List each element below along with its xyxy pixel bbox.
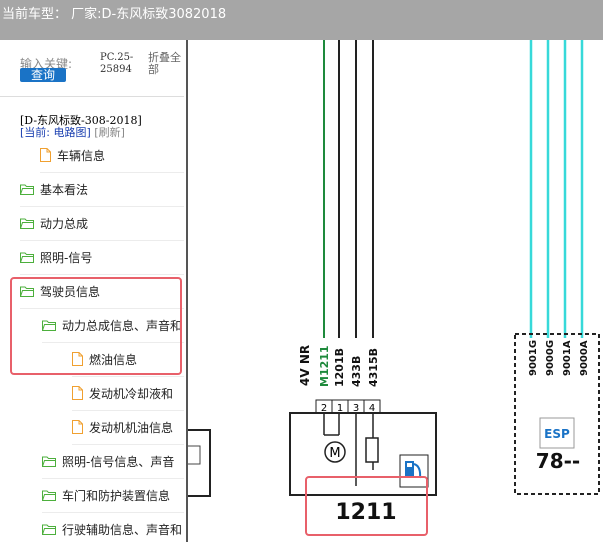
tree-item-basics[interactable]: 基本看法	[20, 172, 184, 207]
part-code: PC.25- 25894	[100, 52, 134, 75]
folder-icon	[42, 490, 56, 501]
tree-item-coolant[interactable]: 发动机冷却液和	[72, 376, 184, 411]
folder-icon	[20, 184, 34, 195]
nr-label: 4V NR	[298, 345, 312, 386]
folder-icon	[20, 252, 34, 263]
window-title: 当前车型： 厂家:D-东风标致3082018	[2, 7, 227, 22]
folder-icon	[42, 456, 56, 467]
file-icon	[72, 386, 83, 400]
esp-wire-label: 9001G	[528, 340, 539, 376]
tree-item-powertrain[interactable]: 动力总成	[20, 206, 184, 241]
tree-item-vehicle-info[interactable]: 车辆信息	[40, 138, 184, 173]
wire-label-4315b: 4315B	[367, 348, 380, 387]
esp-wire-label: 9001A	[562, 340, 573, 376]
wiring-diagram[interactable]: 4V NR M1211 1201B 433B 4315B 2 1 3 4 M 1…	[188, 40, 603, 542]
tree-item-lighting-info[interactable]: 照明-信号信息、声音	[42, 444, 184, 479]
divider	[0, 96, 184, 97]
tree-item-doors-info[interactable]: 车门和防护装置信息	[42, 478, 184, 513]
tree-item-engine-oil[interactable]: 发动机机油信息	[72, 410, 184, 445]
wire-label-433b: 433B	[350, 356, 363, 387]
title-bar: 当前车型： 厂家:D-东风标致3082018	[0, 0, 603, 40]
esp-label: ESP	[544, 427, 570, 441]
search-button[interactable]: 查询	[20, 68, 66, 82]
wire-label-1201b: 1201B	[333, 348, 346, 387]
esp-wire-label: 9000A	[579, 340, 590, 376]
resistor-symbol	[365, 437, 379, 463]
highlight-box	[10, 277, 182, 375]
folder-icon	[20, 218, 34, 229]
esp-id: 78--	[536, 449, 580, 473]
file-icon	[40, 148, 51, 162]
sidebar: 输入关键: 查询 PC.25- 25894 折叠全部 [D-东风标致-308-20…	[0, 40, 186, 542]
esp-wire-label: 9000G	[545, 340, 556, 376]
motor-label: M	[329, 446, 340, 461]
tree-item-driving-assist[interactable]: 行驶辅助信息、声音和	[42, 512, 184, 542]
tree-item-lighting[interactable]: 照明-信号	[20, 240, 184, 275]
component-id: 1211	[335, 500, 396, 525]
collapse-all-link[interactable]: 折叠全部	[148, 52, 181, 76]
file-icon	[72, 420, 83, 434]
folder-icon	[42, 524, 56, 535]
wire-label-m1211: M1211	[318, 345, 331, 387]
partial-component-box	[188, 445, 201, 465]
